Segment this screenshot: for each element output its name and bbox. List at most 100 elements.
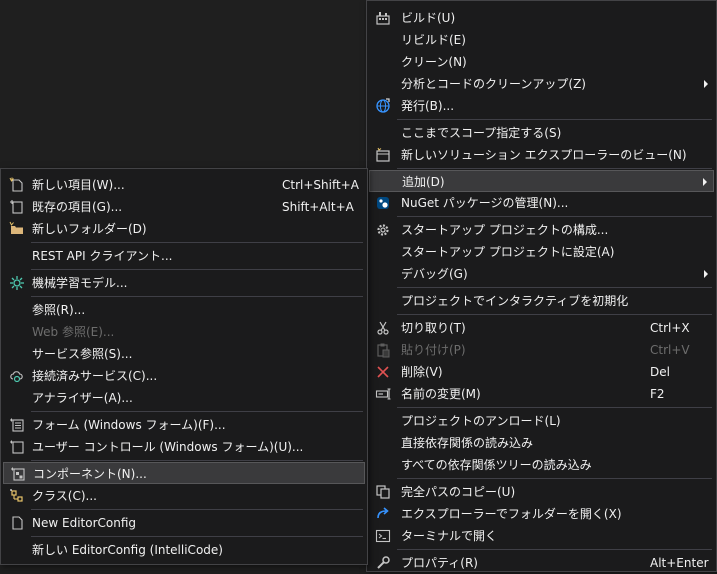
menu-item-configure-startup[interactable]: スタートアップ プロジェクトの構成...: [369, 219, 714, 241]
menu-item-new-item[interactable]: 新しい項目(W)... Ctrl+Shift+A: [3, 174, 365, 196]
menu-item-label: アナライザー(A)...: [32, 391, 133, 405]
menu-item-user-control[interactable]: ユーザー コントロール (Windows フォーム)(U)...: [3, 436, 365, 458]
menu-item-label: プロジェクトでインタラクティブを初期化: [401, 294, 629, 308]
menu-item-existing-item[interactable]: 既存の項目(G)... Shift+Alt+A: [3, 196, 365, 218]
menu-item-label: プロジェクトのアンロード(L): [401, 414, 561, 428]
add-submenu: 新しい項目(W)... Ctrl+Shift+A 既存の項目(G)... Shi…: [0, 168, 368, 565]
menu-item-windows-form[interactable]: フォーム (Windows フォーム)(F)...: [3, 414, 365, 436]
menu-item-manage-nuget[interactable]: NuGet パッケージの管理(N)...: [369, 192, 714, 214]
menu-item-label: ここまでスコープ指定する(S): [401, 126, 562, 140]
submenu-arrow-icon: [704, 80, 708, 88]
menu-separator: [397, 314, 712, 315]
menu-item-label: エクスプローラーでフォルダーを開く(X): [401, 507, 622, 521]
existing-item-icon: [5, 196, 29, 218]
paste-icon: [371, 339, 395, 361]
menu-item-label: スタートアップ プロジェクトに設定(A): [401, 245, 615, 259]
menu-item-label: ビルド(U): [401, 11, 456, 25]
copy-icon: [371, 481, 395, 503]
menu-item-label: 機械学習モデル...: [32, 276, 128, 290]
menu-item-label: NuGet パッケージの管理(N)...: [401, 196, 569, 210]
menu-item-clean[interactable]: クリーン(N): [369, 51, 714, 73]
menu-item-rest-api-client[interactable]: REST API クライアント...: [3, 245, 365, 267]
menu-item-label: サービス参照(S)...: [32, 347, 133, 361]
menu-item-connected-service[interactable]: 接続済みサービス(C)...: [3, 365, 365, 387]
menu-item-label: 接続済みサービス(C)...: [32, 369, 158, 383]
menu-separator: [397, 549, 712, 550]
menu-item-debug[interactable]: デバッグ(G): [369, 263, 714, 285]
menu-separator: [31, 411, 363, 412]
menu-item-label: フォーム (Windows フォーム)(F)...: [32, 418, 226, 432]
menu-item-label: 新しい項目(W)...: [32, 178, 125, 192]
menu-item-publish[interactable]: 発行(B)...: [369, 95, 714, 117]
menu-item-analyze-cleanup[interactable]: 分析とコードのクリーンアップ(Z): [369, 73, 714, 95]
menu-item-label: 削除(V): [401, 365, 443, 379]
menu-item-new-editorconfig[interactable]: New EditorConfig: [3, 512, 365, 534]
new-folder-icon: [5, 218, 29, 240]
menu-item-scope-to-this[interactable]: ここまでスコープ指定する(S): [369, 122, 714, 144]
connected-service-icon: [5, 365, 29, 387]
menu-item-ml-model[interactable]: 機械学習モデル...: [3, 272, 365, 294]
user-control-icon: [5, 436, 29, 458]
menu-separator: [31, 269, 363, 270]
menu-item-shortcut: F2: [650, 387, 665, 401]
menu-item-label: 切り取り(T): [401, 321, 466, 335]
menu-item-label: 既存の項目(G)...: [32, 200, 123, 214]
menu-item-label: 新しいソリューション エクスプローラーのビュー(N): [401, 148, 687, 162]
menu-item-load-all-deps[interactable]: すべての依存関係ツリーの読み込み: [369, 454, 714, 476]
menu-item-shortcut: Alt+Enter: [650, 556, 709, 570]
menu-item-service-reference[interactable]: サービス参照(S)...: [3, 343, 365, 365]
open-folder-arrow-icon: [371, 503, 395, 525]
menu-item-delete[interactable]: 削除(V) Del: [369, 361, 714, 383]
scissors-icon: [371, 317, 395, 339]
menu-item-label: 名前の変更(M): [401, 387, 481, 401]
menu-item-open-in-terminal[interactable]: ターミナルで開く: [369, 525, 714, 547]
menu-item-label: REST API クライアント...: [32, 249, 173, 263]
menu-item-analyzer[interactable]: アナライザー(A)...: [3, 387, 365, 409]
menu-separator: [397, 168, 712, 169]
menu-item-rebuild[interactable]: リビルド(E): [369, 29, 714, 51]
menu-item-rename[interactable]: 名前の変更(M) F2: [369, 383, 714, 405]
menu-item-label: コンポーネント(N)...: [33, 467, 147, 481]
menu-item-init-interactive[interactable]: プロジェクトでインタラクティブを初期化: [369, 290, 714, 312]
ml-model-icon: [5, 272, 29, 294]
menu-item-reference[interactable]: 参照(R)...: [3, 299, 365, 321]
menu-item-label: 分析とコードのクリーンアップ(Z): [401, 77, 586, 91]
menu-item-load-direct-deps[interactable]: 直接依存関係の読み込み: [369, 432, 714, 454]
build-icon: [371, 7, 395, 29]
menu-item-cut[interactable]: 切り取り(T) Ctrl+X: [369, 317, 714, 339]
submenu-arrow-icon: [703, 178, 707, 186]
menu-item-unload-project[interactable]: プロジェクトのアンロード(L): [369, 410, 714, 432]
menu-item-shortcut: Shift+Alt+A: [282, 200, 354, 214]
menu-item-web-reference[interactable]: Web 参照(E)...: [3, 321, 365, 343]
menu-item-label: Web 参照(E)...: [32, 325, 115, 339]
menu-item-component[interactable]: コンポーネント(N)...: [3, 462, 365, 484]
menu-separator: [31, 242, 363, 243]
menu-item-copy-full-path[interactable]: 完全パスのコピー(U): [369, 481, 714, 503]
menu-item-new-solution-explorer-view[interactable]: 新しいソリューション エクスプローラーのビュー(N): [369, 144, 714, 166]
menu-separator: [31, 509, 363, 510]
document-icon: [5, 512, 29, 534]
menu-item-label: すべての依存関係ツリーの読み込み: [401, 458, 592, 472]
menu-item-class[interactable]: クラス(C)...: [3, 485, 365, 507]
menu-item-add[interactable]: 追加(D): [369, 170, 714, 192]
menu-item-label: リビルド(E): [401, 33, 466, 47]
menu-item-shortcut: Ctrl+X: [650, 321, 690, 335]
menu-item-label: 参照(R)...: [32, 303, 86, 317]
menu-item-set-startup[interactable]: スタートアップ プロジェクトに設定(A): [369, 241, 714, 263]
menu-item-open-in-explorer[interactable]: エクスプローラーでフォルダーを開く(X): [369, 503, 714, 525]
menu-item-label: 発行(B)...: [401, 99, 455, 113]
terminal-icon: [371, 525, 395, 547]
menu-item-new-folder[interactable]: 新しいフォルダー(D): [3, 218, 365, 240]
menu-separator: [397, 119, 712, 120]
menu-item-new-editorconfig-intellicode[interactable]: 新しい EditorConfig (IntelliCode): [3, 539, 365, 561]
menu-item-paste[interactable]: 貼り付け(P) Ctrl+V: [369, 339, 714, 361]
menu-item-build[interactable]: ビルド(U): [369, 7, 714, 29]
submenu-arrow-icon: [704, 270, 708, 278]
rename-icon: [371, 383, 395, 405]
project-context-menu: ビルド(U) リビルド(E) クリーン(N) 分析とコードのクリーンアップ(Z)…: [366, 0, 717, 572]
menu-item-properties[interactable]: プロパティ(R) Alt+Enter: [369, 552, 714, 574]
menu-item-label: スタートアップ プロジェクトの構成...: [401, 223, 609, 237]
menu-item-label: 貼り付け(P): [401, 343, 466, 357]
menu-separator: [397, 407, 712, 408]
menu-separator: [31, 536, 363, 537]
